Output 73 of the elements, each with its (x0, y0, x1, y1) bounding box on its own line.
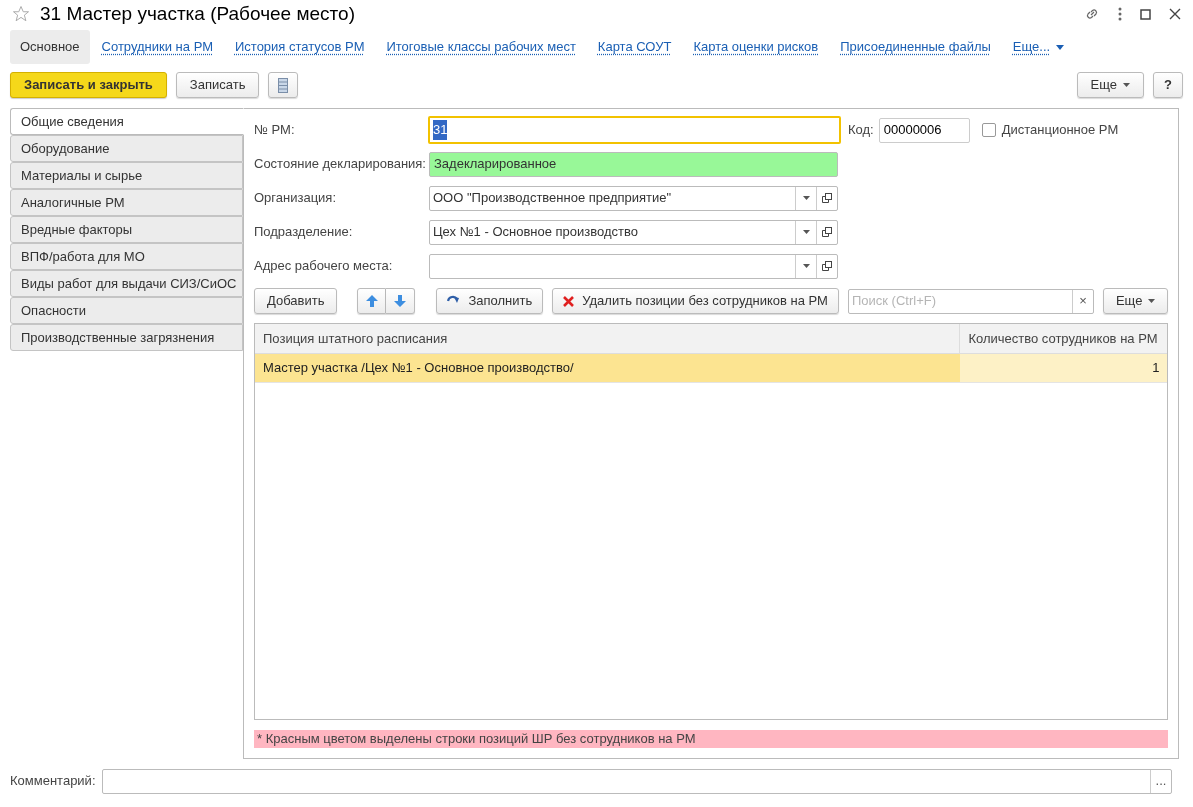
input-field[interactable]: 31 (428, 116, 841, 144)
side-tab[interactable]: Общие сведения (10, 108, 244, 135)
note-banner: * Красным цветом выделены строки позиций ШР без сотрудников на РМ (254, 730, 1169, 748)
close-icon[interactable] (1169, 8, 1181, 20)
star-icon[interactable] (12, 5, 30, 23)
caret-icon (1123, 83, 1130, 87)
more-button[interactable]: Еще (1076, 72, 1144, 98)
side-tab[interactable]: Вредные факторы (10, 216, 243, 243)
save-button[interactable]: Записать (175, 72, 260, 98)
delete-cross-icon (563, 295, 575, 307)
dropdown-icon[interactable] (802, 264, 810, 268)
nav-tab[interactable]: Основное (10, 30, 90, 64)
list-button[interactable] (268, 72, 299, 98)
move-down-button[interactable] (386, 288, 416, 314)
arrow-down-icon (394, 295, 407, 307)
status-field: Задекларированное (429, 151, 838, 177)
caret-icon (1056, 44, 1065, 50)
save-and-close-button[interactable]: Записать и закрыть (10, 72, 167, 98)
table-row[interactable]: Мастер участка /Цех №1 - Основное производство/ 1 (255, 354, 1168, 383)
search-field[interactable]: Поиск (Ctrl+F) × (847, 288, 1094, 314)
move-up-button[interactable] (357, 288, 387, 314)
help-button[interactable]: ? (1153, 72, 1183, 98)
more-vertical-icon[interactable] (1118, 7, 1122, 21)
side-tab[interactable]: Оборудование (10, 135, 243, 162)
nav-tab[interactable]: Присоединенные файлы (830, 30, 1001, 64)
comment-field[interactable]: ... (101, 768, 1172, 794)
open-icon[interactable] (822, 261, 832, 271)
checkbox-label: Дистанционное РМ (1001, 121, 1119, 140)
select-field[interactable]: ООО "Производственное предприятие" (429, 185, 838, 211)
field-label: № РМ: (254, 121, 296, 140)
table-cell: 1 (960, 354, 1168, 382)
side-tab[interactable]: Аналогичные РМ (10, 189, 243, 216)
column-header[interactable]: Позиция штатного расписания (255, 324, 961, 353)
window-title: 31 Мастер участка (Рабочее место) (40, 1, 355, 26)
nav-tab[interactable]: Итоговые классы рабочих мест (376, 30, 586, 64)
nav-tab[interactable]: Еще... (1002, 30, 1075, 64)
fill-button[interactable]: Заполнить (436, 288, 544, 314)
nav-tab[interactable]: История статусов РМ (225, 30, 375, 64)
dropdown-icon[interactable] (802, 230, 810, 234)
side-tab[interactable]: Материалы и сырье (10, 162, 243, 189)
field-label: Комментарий: (10, 772, 96, 791)
field-label: Адрес рабочего места: (254, 257, 394, 276)
link-icon[interactable] (1084, 6, 1100, 22)
maximize-icon[interactable] (1140, 8, 1151, 20)
clear-button[interactable]: × (1071, 289, 1093, 313)
side-tab[interactable]: Производственные загрязнения (10, 324, 243, 351)
field-value: 31 (433, 120, 448, 140)
nav-tab[interactable]: Сотрудники на РМ (91, 30, 223, 64)
select-field[interactable]: Цех №1 - Основное производство (429, 219, 838, 245)
field-label: Организация: (254, 189, 338, 208)
nav-tab[interactable]: Карта оценки рисков (683, 30, 829, 64)
add-button[interactable]: Добавить (254, 288, 338, 314)
table-more-button[interactable]: Еще (1102, 288, 1169, 314)
side-tab[interactable]: Виды работ для выдачи СИЗ/СиОС (10, 270, 243, 297)
side-tab[interactable]: Опасности (10, 297, 243, 324)
code-field[interactable]: 00000006 (878, 117, 970, 143)
column-header[interactable]: Количество сотрудников на РМ (960, 324, 1168, 353)
select-field[interactable] (429, 253, 838, 279)
dropdown-icon[interactable] (802, 196, 810, 200)
delete-positions-button[interactable]: Удалить позиции без сотрудников на РМ (552, 288, 839, 314)
open-icon[interactable] (822, 227, 832, 237)
field-label: Подразделение: (254, 223, 354, 242)
field-label: Состояние декларирования: (254, 155, 427, 174)
caret-icon (1148, 299, 1156, 303)
side-tab[interactable]: ВПФ/работа для МО (10, 243, 243, 270)
remote-checkbox[interactable] (981, 123, 996, 137)
field-label: Код: (848, 121, 874, 140)
list-icon (278, 77, 289, 93)
table-cell-text: Мастер участка /Цех №1 - Основное производство/ (262, 359, 575, 378)
arrow-up-icon (365, 295, 378, 307)
open-icon[interactable] (822, 193, 832, 203)
select-button[interactable]: ... (1150, 769, 1171, 793)
nav-tab[interactable]: Карта СОУТ (587, 30, 682, 64)
